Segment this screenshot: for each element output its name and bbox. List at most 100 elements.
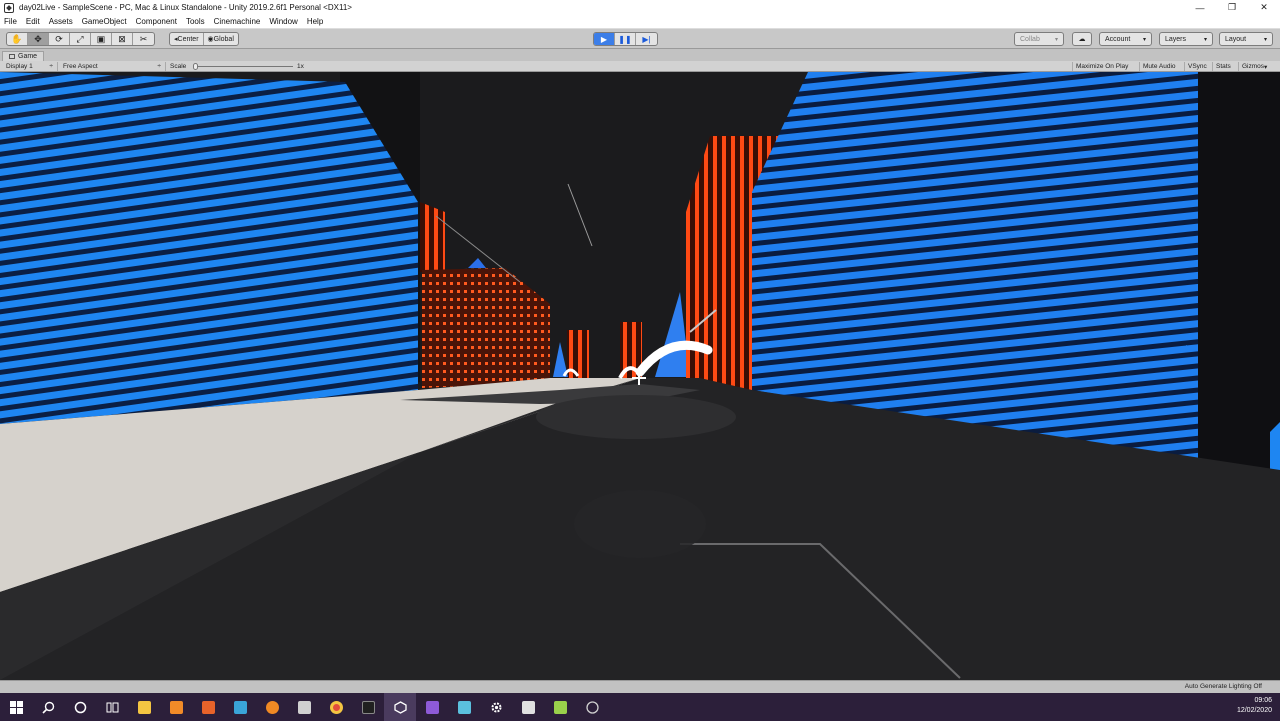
vsync-toggle[interactable]: VSync	[1184, 62, 1210, 71]
calculator-icon[interactable]	[512, 693, 544, 721]
close-button[interactable]: ✕	[1248, 0, 1280, 15]
collab-label: Collab	[1020, 35, 1040, 43]
pivot-toggles: ◂ Center ◉ Global	[169, 32, 239, 46]
layout-dropdown[interactable]: Layout ▾	[1219, 32, 1273, 46]
terminal-icon[interactable]	[352, 693, 384, 721]
search-icon[interactable]	[32, 693, 64, 721]
clock-date: 12/02/2020	[1236, 707, 1272, 714]
krita-icon[interactable]	[544, 693, 576, 721]
step-button[interactable]: ▶|	[636, 33, 657, 45]
scale-tool-icon[interactable]: ⤢	[70, 33, 91, 45]
account-dropdown[interactable]: Account ▾	[1099, 32, 1152, 46]
stats-toggle[interactable]: Stats	[1212, 62, 1234, 71]
settings-icon[interactable]	[480, 693, 512, 721]
global-label: Global	[213, 35, 234, 43]
chrome-icon[interactable]	[320, 693, 352, 721]
unity-icon[interactable]	[384, 693, 416, 721]
play-button[interactable]: ▶	[594, 33, 615, 45]
menu-edit[interactable]: Edit	[26, 17, 40, 26]
game-tab-bar: Game	[0, 50, 1280, 61]
pivot-label: Center	[177, 35, 199, 43]
transform-tool-icon[interactable]: ⊠	[112, 33, 133, 45]
move-tool-icon[interactable]: ✥	[28, 33, 49, 45]
pause-button[interactable]: ❚❚	[615, 33, 636, 45]
cloud-button[interactable]: ☁	[1072, 32, 1092, 46]
visual-studio-icon[interactable]	[416, 693, 448, 721]
window-title-bar: day02Live - SampleScene - PC, Mac & Linu…	[0, 0, 1280, 15]
notes-icon[interactable]	[224, 693, 256, 721]
layers-label: Layers	[1165, 35, 1187, 43]
pivot-global-toggle[interactable]: ◉ Global	[204, 33, 238, 45]
player-ship-body	[574, 490, 706, 558]
game-viewport[interactable]	[0, 72, 1280, 680]
menu-tools[interactable]: Tools	[186, 17, 205, 26]
paint-icon[interactable]	[448, 693, 480, 721]
menu-bar: File Edit Assets GameObject Component To…	[0, 15, 1280, 29]
play-controls: ▶ ❚❚ ▶|	[593, 32, 658, 46]
windows-start-icon[interactable]	[0, 693, 32, 721]
custom-tool-icon[interactable]: ✂	[133, 33, 154, 45]
restore-button[interactable]: ❐	[1216, 0, 1248, 15]
main-toolbar: ✋ ✥ ⟳ ⤢ ▣ ⊠ ✂ ◂ Center ◉ Global ▶ ❚❚ ▶| …	[0, 29, 1280, 49]
system-clock[interactable]: 09:06 12/02/2020	[1237, 696, 1272, 716]
cloud-icon: ☁	[1078, 36, 1086, 43]
cortana-icon[interactable]	[64, 693, 96, 721]
obs-icon[interactable]	[576, 693, 608, 721]
chevron-down-icon: ▾	[1264, 63, 1268, 71]
left-neon-wall	[0, 72, 418, 424]
menu-gameobject[interactable]: GameObject	[82, 17, 127, 26]
stepper-icon: ÷	[157, 63, 161, 70]
unity-app-icon	[4, 2, 14, 13]
menu-assets[interactable]: Assets	[49, 17, 73, 26]
orange-tower-left	[420, 202, 445, 272]
gizmos-dropdown[interactable]: Gizmos ▾	[1238, 62, 1270, 71]
display-dropdown[interactable]: Display 1 ÷	[2, 62, 58, 71]
menu-cinemachine[interactable]: Cinemachine	[214, 17, 261, 26]
file-explorer-icon[interactable]	[128, 693, 160, 721]
scale-slider-thumb[interactable]	[193, 63, 198, 70]
maximize-on-play-toggle[interactable]: Maximize On Play	[1072, 62, 1131, 71]
gizmos-label: Gizmos	[1242, 63, 1265, 70]
chevron-down-icon: ▾	[1203, 36, 1207, 43]
tab-game[interactable]: Game	[2, 51, 45, 61]
task-view-icon[interactable]	[96, 693, 128, 721]
menu-component[interactable]: Component	[136, 17, 177, 26]
lighting-status: Auto Generate Lighting Off	[1184, 683, 1262, 690]
menu-window[interactable]: Window	[269, 17, 297, 26]
aspect-dropdown[interactable]: Free Aspect ÷	[59, 62, 166, 71]
aspect-label: Free Aspect	[63, 63, 98, 70]
scale-label: Scale	[170, 63, 187, 70]
game-view-icon	[9, 54, 15, 59]
transform-tools: ✋ ✥ ⟳ ⤢ ▣ ⊠ ✂	[6, 32, 155, 46]
tab-game-label: Game	[18, 53, 38, 60]
hand-tool-icon[interactable]: ✋	[7, 33, 28, 45]
document-icon[interactable]	[288, 693, 320, 721]
rotate-tool-icon[interactable]: ⟳	[49, 33, 70, 45]
stepper-icon: ÷	[49, 63, 53, 70]
scale-value: 1x	[297, 63, 304, 70]
window-title: day02Live - SampleScene - PC, Mac & Linu…	[19, 3, 352, 12]
account-label: Account	[1105, 35, 1131, 43]
chevron-down-icon: ▾	[1142, 36, 1146, 43]
clock-time: 09:06	[1254, 697, 1272, 704]
window-controls: — ❐ ✕	[1184, 0, 1280, 15]
right-dark-block	[1198, 72, 1280, 470]
blender-icon[interactable]	[256, 693, 288, 721]
menu-help[interactable]: Help	[307, 17, 323, 26]
app-orange-icon[interactable]	[192, 693, 224, 721]
scale-slider-track[interactable]	[195, 66, 293, 67]
player-ship-top	[536, 395, 736, 439]
windows-taskbar: 09:06 12/02/2020	[0, 693, 1280, 721]
layout-label: Layout	[1225, 35, 1247, 43]
collab-button[interactable]: Collab ▾	[1014, 32, 1064, 46]
minimize-button[interactable]: —	[1184, 0, 1216, 15]
layers-dropdown[interactable]: Layers ▾	[1159, 32, 1213, 46]
game-view-header: Display 1 ÷ Free Aspect ÷ Scale 1x Maxim…	[0, 61, 1280, 72]
mute-audio-toggle[interactable]: Mute Audio	[1139, 62, 1179, 71]
sublime-text-icon[interactable]	[160, 693, 192, 721]
menu-file[interactable]: File	[4, 17, 17, 26]
rect-tool-icon[interactable]: ▣	[91, 33, 112, 45]
pivot-center-toggle[interactable]: ◂ Center	[170, 33, 204, 45]
chevron-down-icon: ▾	[1263, 36, 1267, 43]
status-bar: Auto Generate Lighting Off	[0, 680, 1280, 693]
